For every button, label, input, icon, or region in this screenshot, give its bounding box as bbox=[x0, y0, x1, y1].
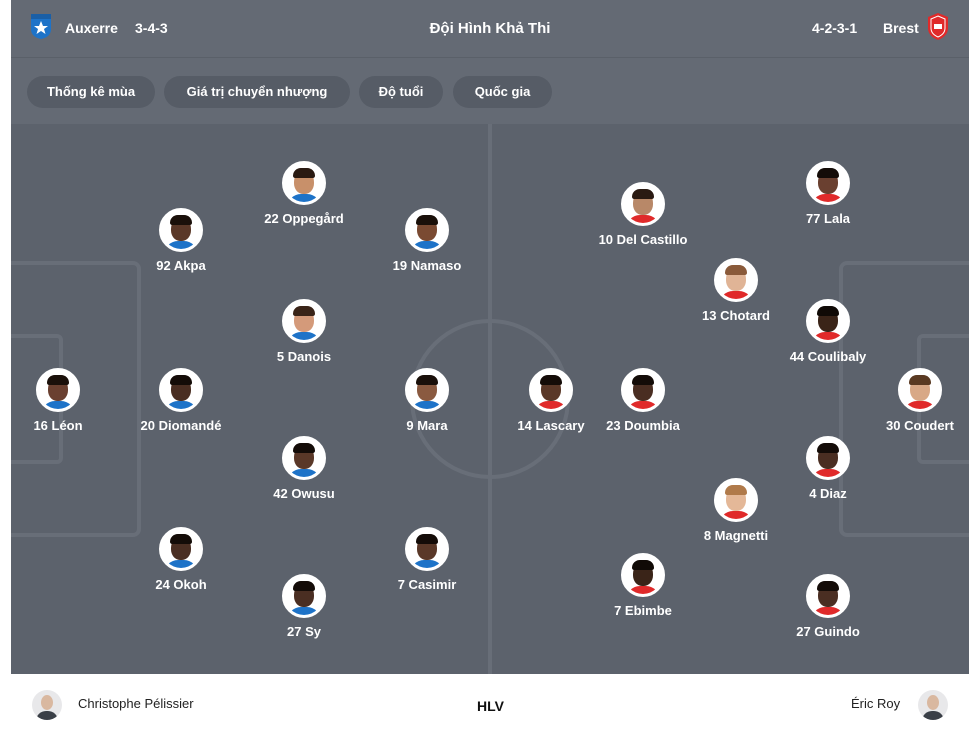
player-card[interactable]: 44 Coulibaly bbox=[758, 299, 898, 365]
filter-season-stats[interactable]: Thống kê mùa bbox=[27, 76, 155, 108]
away-team-name[interactable]: Brest bbox=[883, 20, 919, 36]
player-card[interactable]: 27 Sy bbox=[234, 574, 374, 640]
player-name: 22 Oppegård bbox=[264, 211, 344, 226]
player-name: 24 Okoh bbox=[155, 577, 207, 592]
player-card[interactable]: 22 Oppegård bbox=[234, 161, 374, 227]
player-avatar bbox=[621, 553, 665, 597]
player-name: 7 Ebimbe bbox=[614, 603, 672, 618]
player-avatar bbox=[159, 368, 203, 412]
home-formation: 3-4-3 bbox=[135, 20, 168, 36]
player-card[interactable]: 19 Namaso bbox=[357, 208, 497, 274]
player-card[interactable]: 7 Ebimbe bbox=[573, 553, 713, 619]
player-avatar bbox=[898, 368, 942, 412]
player-card[interactable]: 27 Guindo bbox=[758, 574, 898, 640]
player-card[interactable]: 5 Danois bbox=[234, 299, 374, 365]
player-name: 10 Del Castillo bbox=[598, 232, 688, 247]
filter-nationality[interactable]: Quốc gia bbox=[453, 76, 552, 108]
away-coach-avatar bbox=[918, 690, 948, 720]
pitch: 22 Oppegård 92 Akpa 19 Namaso 5 Danois 1… bbox=[11, 124, 969, 674]
player-card[interactable]: 42 Owusu bbox=[234, 436, 374, 502]
player-avatar bbox=[405, 527, 449, 571]
player-avatar bbox=[282, 574, 326, 618]
player-name: 9 Mara bbox=[406, 418, 448, 433]
player-avatar bbox=[405, 208, 449, 252]
player-name: 27 Guindo bbox=[796, 624, 860, 639]
home-coach-name[interactable]: Christophe Pélissier bbox=[78, 696, 194, 711]
player-name: 19 Namaso bbox=[392, 258, 462, 273]
player-name: 23 Doumbia bbox=[606, 418, 680, 433]
player-name: 77 Lala bbox=[805, 211, 851, 226]
player-avatar bbox=[36, 368, 80, 412]
player-avatar bbox=[806, 574, 850, 618]
lineup-widget: Auxerre 3-4-3 Đội Hình Khả Thi 4-2-3-1 B… bbox=[11, 0, 969, 737]
coach-label: HLV bbox=[477, 698, 504, 714]
filter-bar: Thống kê mùa Giá trị chuyển nhượng Độ tu… bbox=[11, 58, 969, 124]
player-card[interactable]: 23 Doumbia bbox=[573, 368, 713, 434]
player-name: 42 Owusu bbox=[273, 486, 335, 501]
player-card[interactable]: 7 Casimir bbox=[357, 527, 497, 593]
player-avatar bbox=[282, 161, 326, 205]
lineup-header: Auxerre 3-4-3 Đội Hình Khả Thi 4-2-3-1 B… bbox=[11, 0, 969, 58]
player-avatar bbox=[621, 368, 665, 412]
player-card[interactable]: 10 Del Castillo bbox=[573, 182, 713, 248]
player-avatar bbox=[714, 478, 758, 522]
home-coach-avatar bbox=[32, 690, 62, 720]
home-team-name[interactable]: Auxerre bbox=[65, 20, 118, 36]
player-name: 92 Akpa bbox=[156, 258, 206, 273]
coaches-footer: Christophe Pélissier HLV Éric Roy bbox=[11, 674, 969, 737]
filter-transfer-value[interactable]: Giá trị chuyển nhượng bbox=[164, 76, 350, 108]
player-card[interactable]: 77 Lala bbox=[758, 161, 898, 227]
away-coach-name[interactable]: Éric Roy bbox=[851, 696, 900, 711]
player-avatar bbox=[806, 299, 850, 343]
player-avatar bbox=[714, 258, 758, 302]
player-card[interactable]: 9 Mara bbox=[357, 368, 497, 434]
player-name: 7 Casimir bbox=[397, 577, 457, 592]
player-name: 44 Coulibaly bbox=[789, 349, 867, 364]
player-card[interactable]: 24 Okoh bbox=[111, 527, 251, 593]
filter-age[interactable]: Độ tuổi bbox=[359, 76, 443, 108]
player-avatar bbox=[621, 182, 665, 226]
auxerre-crest-icon bbox=[31, 14, 51, 39]
player-avatar bbox=[405, 368, 449, 412]
lineup-title: Đội Hình Khả Thi bbox=[429, 20, 551, 37]
player-name: 20 Diomandé bbox=[140, 418, 222, 433]
player-avatar bbox=[282, 436, 326, 480]
player-name: 8 Magnetti bbox=[703, 528, 769, 543]
player-card[interactable]: 20 Diomandé bbox=[111, 368, 251, 434]
player-name: 27 Sy bbox=[287, 624, 321, 639]
player-card[interactable]: 30 Coudert bbox=[850, 368, 969, 434]
player-avatar bbox=[159, 208, 203, 252]
player-name: 30 Coudert bbox=[886, 418, 954, 433]
player-avatar bbox=[529, 368, 573, 412]
player-avatar bbox=[282, 299, 326, 343]
player-avatar bbox=[806, 436, 850, 480]
brest-crest-icon bbox=[928, 13, 948, 40]
player-card[interactable]: 8 Magnetti bbox=[666, 478, 806, 544]
away-formation: 4-2-3-1 bbox=[812, 20, 858, 36]
player-avatar bbox=[159, 527, 203, 571]
player-name: 5 Danois bbox=[276, 349, 332, 364]
player-avatar bbox=[806, 161, 850, 205]
player-card[interactable]: 92 Akpa bbox=[111, 208, 251, 274]
